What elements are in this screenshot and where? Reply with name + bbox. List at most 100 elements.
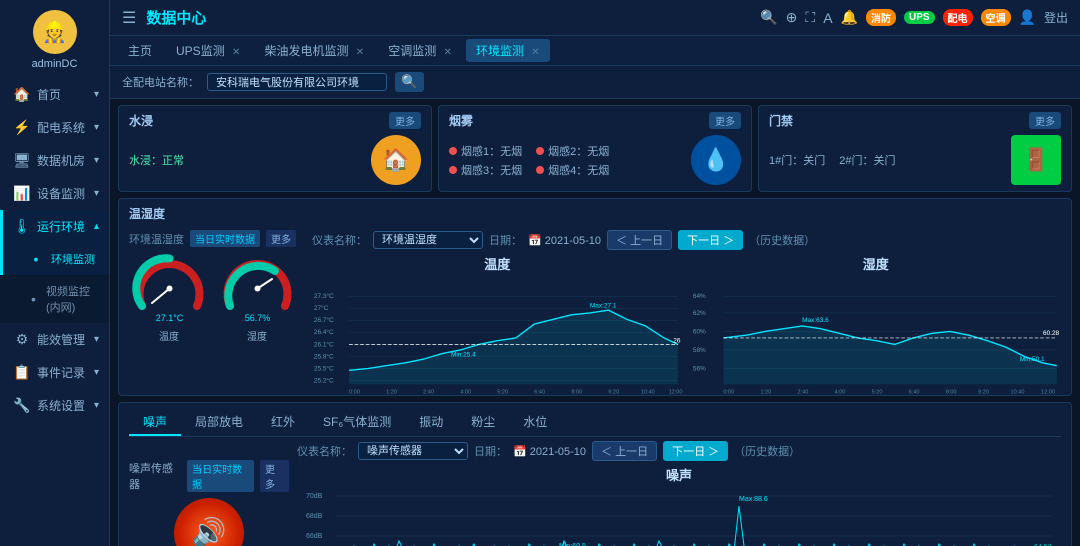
datacenter-icon: 🖥 — [13, 152, 31, 169]
svg-text:25.8°C: 25.8°C — [314, 352, 334, 360]
sidebar-item-datacenter[interactable]: 🖥 数据机房 ▾ — [0, 144, 109, 177]
svg-text:12:00: 12:00 — [669, 390, 683, 396]
door-card-body: 1#门：关门 2#门：关门 🚪 — [769, 135, 1061, 185]
sidebar-item-energy[interactable]: ⚙ 能效管理 ▾ — [0, 323, 109, 356]
temp-gauge-svg: 27.1°C — [132, 251, 207, 326]
sidebar-item-environment[interactable]: 🌡 运行环境 ▴ — [0, 210, 109, 243]
tab-close-icon[interactable]: ✕ — [232, 47, 240, 58]
svg-text:1:20: 1:20 — [386, 390, 397, 396]
fullscreen-icon[interactable]: ⛶ — [805, 9, 815, 26]
humi-gauge-svg: 56.7% — [220, 251, 295, 326]
instrument-label: 仪表名称： — [312, 232, 367, 248]
btab-dust[interactable]: 粉尘 — [457, 409, 509, 436]
smoke-card-title: 烟雾 — [449, 112, 473, 129]
energy-icon: ⚙ — [13, 331, 31, 348]
noise-tag-live[interactable]: 当日实时数据 — [187, 460, 254, 492]
gauge-area: 27.1°C 温度 56.7% — [129, 251, 297, 343]
svg-text:66dB: 66dB — [306, 533, 323, 540]
next-day-button[interactable]: 下一日 ＞ — [678, 230, 743, 250]
noise-instrument-select[interactable]: 噪声传感器 — [358, 442, 468, 460]
noise-chart-area: 仪表名称： 噪声传感器 日期： 📅 2021-05-10 ＜ 上一日 下一日 ＞… — [297, 441, 1061, 546]
sidebar-item-env-monitor[interactable]: • 环境监测 — [0, 243, 109, 275]
door-card-more[interactable]: 更多 — [1029, 112, 1061, 129]
tab-close-icon[interactable]: ✕ — [444, 47, 452, 58]
door-grid: 1#门：关门 2#门：关门 — [769, 152, 896, 168]
btab-noise[interactable]: 噪声 — [129, 409, 181, 436]
main-area: ☰ 数据中心 🔍 ⊕ ⛶ A 🔔 消防 UPS 配电 空调 👤 登出 主页 UP… — [110, 0, 1080, 546]
water-card-header: 水浸 更多 — [129, 112, 421, 129]
noise-prev-day-button[interactable]: ＜ 上一日 — [592, 441, 657, 461]
badge-power: 配电 — [943, 9, 973, 26]
tab-ac[interactable]: 空调监测 ✕ — [378, 39, 462, 62]
tag-more[interactable]: 更多 — [266, 230, 296, 247]
sidebar-item-home[interactable]: 🏠 首页 ▾ — [0, 78, 109, 111]
door-item-1: 1#门：关门 — [769, 152, 825, 168]
user-icon[interactable]: 👤 — [1019, 9, 1036, 26]
font-icon[interactable]: A — [823, 10, 832, 26]
sidebar-item-device[interactable]: 📊 设备监测 ▾ — [0, 177, 109, 210]
tab-ups[interactable]: UPS监测 ✕ — [166, 39, 250, 62]
menu-icon[interactable]: ☰ — [122, 8, 136, 28]
smoke-icon: 💧 — [691, 135, 741, 185]
water-card-title: 水浸 — [129, 112, 153, 129]
station-input[interactable] — [207, 73, 387, 91]
water-card-more[interactable]: 更多 — [389, 112, 421, 129]
svg-text:25.2°C: 25.2°C — [314, 376, 334, 384]
svg-text:56.7%: 56.7% — [244, 313, 270, 323]
svg-text:12:00: 12:00 — [1041, 390, 1055, 396]
events-icon: 📋 — [13, 364, 31, 381]
tab-diesel[interactable]: 柴油发电机监测 ✕ — [254, 39, 374, 62]
tab-env[interactable]: 环境监测 ✕ — [466, 39, 550, 62]
svg-text:60.28: 60.28 — [1042, 330, 1059, 337]
sidebar-item-settings[interactable]: 🔧 系统设置 ▾ — [0, 389, 109, 422]
settings-icon: 🔧 — [13, 397, 31, 414]
door-icon: 🚪 — [1011, 135, 1061, 185]
svg-text:2:40: 2:40 — [797, 390, 808, 396]
logout-link[interactable]: 登出 — [1044, 9, 1068, 26]
chart-controls: 仪表名称： 环境温湿度 日期： 📅 2021-05-10 ＜ 上一日 下一日 ＞… — [312, 230, 1061, 250]
noise-tag-more[interactable]: 更多 — [260, 460, 289, 492]
bell-icon[interactable]: 🔔 — [841, 9, 858, 26]
temp-humidity-section: 温湿度 环境温湿度 当日实时数据 更多 — [118, 198, 1072, 396]
temp-gauge: 27.1°C 温度 — [129, 251, 209, 343]
prev-day-button[interactable]: ＜ 上一日 — [607, 230, 672, 250]
smoke-item-2: 烟感2：无烟 — [536, 143, 609, 159]
svg-text:26.7°C: 26.7°C — [314, 316, 334, 324]
sidebar-item-events[interactable]: 📋 事件记录 ▾ — [0, 356, 109, 389]
btab-infrared[interactable]: 红外 — [257, 409, 309, 436]
svg-text:6:40: 6:40 — [534, 390, 545, 396]
tab-close-icon[interactable]: ✕ — [531, 47, 539, 58]
temp-chart-svg: 27.3°C 27°C 26.7°C 26.4°C 26.1°C 25.8°C … — [312, 275, 683, 410]
svg-text:10:40: 10:40 — [1010, 390, 1024, 396]
svg-text:Max:88.6: Max:88.6 — [739, 496, 768, 503]
btab-sf6[interactable]: SF₆气体监测 — [309, 409, 405, 436]
sidebar-item-video[interactable]: • 视频监控(内网) — [0, 275, 109, 323]
header-right: 🔍 ⊕ ⛶ A 🔔 消防 UPS 配电 空调 👤 登出 — [760, 9, 1068, 26]
date-value: 📅 2021-05-10 — [528, 234, 601, 247]
tab-close-icon[interactable]: ✕ — [356, 47, 364, 58]
station-search-button[interactable]: 🔍 — [395, 72, 424, 92]
smoke-card-more[interactable]: 更多 — [709, 112, 741, 129]
sidebar-item-power[interactable]: ⚡ 配电系统 ▾ — [0, 111, 109, 144]
search-icon[interactable]: 🔍 — [760, 9, 777, 26]
smoke-item-1: 烟感1：无烟 — [449, 143, 522, 159]
temp-icon: 🌡 — [13, 218, 31, 235]
charts-row: 温度 27.3°C 27°C 26.7°C 26.4°C 26.1°C 25.8… — [312, 254, 1061, 389]
status-cards-row: 水浸 更多 水浸：正常 🏠 烟雾 更多 烟 — [118, 105, 1072, 192]
svg-text:27°C: 27°C — [314, 304, 329, 312]
smoke-dot-3 — [449, 166, 457, 174]
btab-water[interactable]: 水位 — [509, 409, 561, 436]
noise-next-day-button[interactable]: 下一日 ＞ — [663, 441, 728, 461]
btab-partial[interactable]: 局部放电 — [181, 409, 257, 436]
tab-home[interactable]: 主页 — [118, 39, 162, 62]
tag-live[interactable]: 当日实时数据 — [190, 230, 260, 247]
arrow-icon: ▾ — [94, 122, 99, 133]
svg-text:5:20: 5:20 — [497, 390, 508, 396]
svg-text:8:00: 8:00 — [945, 390, 956, 396]
water-status: 水浸：正常 — [129, 152, 184, 168]
instrument-select[interactable]: 环境温湿度 — [373, 231, 483, 249]
add-icon[interactable]: ⊕ — [786, 9, 798, 26]
svg-text:62%: 62% — [692, 310, 705, 317]
btab-vibration[interactable]: 振动 — [405, 409, 457, 436]
sidebar: 👷 adminDC 🏠 首页 ▾ ⚡ 配电系统 ▾ 🖥 数据机房 ▾ 📊 设备监… — [0, 0, 110, 546]
